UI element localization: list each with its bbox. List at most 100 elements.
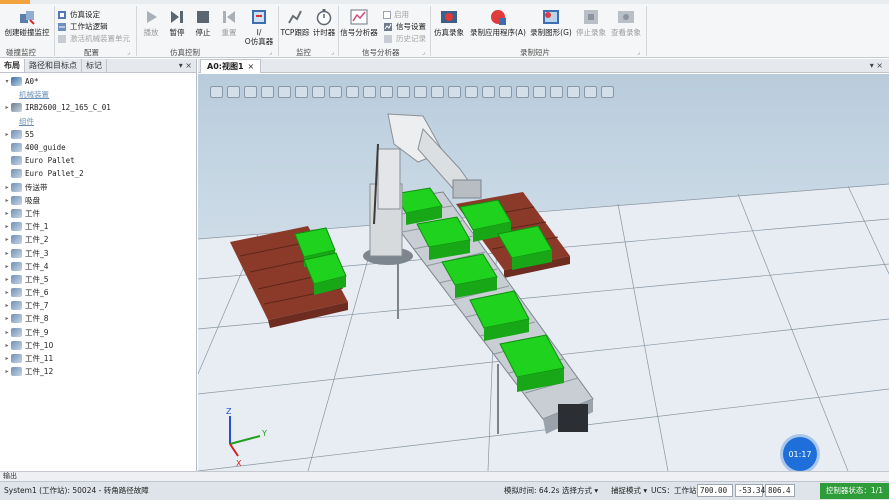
measure-min-distance-icon[interactable]	[550, 86, 563, 98]
snap-midpoint-icon[interactable]	[414, 86, 427, 98]
tab-layout[interactable]: 布局	[0, 59, 25, 72]
select-group-icon[interactable]	[312, 86, 325, 98]
tree-item[interactable]: ▸ 55	[0, 128, 196, 141]
tab-tags[interactable]: 标记	[82, 59, 107, 72]
sim-record-button[interactable]: 仿真录象	[431, 8, 467, 37]
select-surface-icon[interactable]	[261, 86, 274, 98]
dialog-launcher-icon[interactable]: ⌟	[331, 49, 334, 56]
select-body-icon[interactable]	[278, 86, 291, 98]
dialog-launcher-icon[interactable]: ⌟	[637, 49, 640, 56]
expand-arrow-icon[interactable]: ▸	[4, 250, 10, 257]
measure-icon[interactable]	[567, 86, 580, 98]
expand-arrow-icon[interactable]: ▸	[4, 289, 10, 296]
tcp-trace-button[interactable]: TCP跟踪	[280, 8, 310, 37]
tab-paths-targets[interactable]: 路径和目标点	[25, 59, 82, 72]
activate-mech-unit-button[interactable]: 激活机械装置单元	[57, 33, 130, 44]
create-collision-monitor-button[interactable]: 创建碰撞监控	[2, 8, 52, 37]
expand-arrow-icon[interactable]: ▸	[4, 223, 10, 230]
station-logic-button[interactable]: 工作站逻辑	[57, 21, 108, 32]
output-panel-header[interactable]: 输出	[0, 471, 889, 481]
expand-arrow-icon[interactable]: ▸	[4, 104, 10, 111]
expand-arrow-icon[interactable]: ▸	[4, 210, 10, 217]
tree-item[interactable]: ▸ 工件_3	[0, 246, 196, 259]
dialog-launcher-icon[interactable]: ⌟	[422, 49, 425, 56]
tree-item[interactable]: ▸ 工件_4	[0, 260, 196, 273]
tree-item[interactable]: Euro Pallet_2	[0, 167, 196, 180]
tree-item[interactable]: ▸ 工件_1	[0, 220, 196, 233]
expand-arrow-icon[interactable]: ▾	[4, 78, 10, 85]
select-curve-icon[interactable]	[244, 86, 257, 98]
tree-item[interactable]: Euro Pallet	[0, 154, 196, 167]
tree-item[interactable]: ▾ A0*	[0, 75, 196, 88]
tree-item[interactable]: ▸ 传送带	[0, 181, 196, 194]
snap-edge-icon[interactable]	[431, 86, 444, 98]
snap-end-icon[interactable]	[465, 86, 478, 98]
tree-item[interactable]: ▸ 吸盘	[0, 194, 196, 207]
select-frame-icon[interactable]	[363, 86, 376, 98]
view-selection-icon[interactable]	[210, 86, 223, 98]
expand-arrow-icon[interactable]: ▸	[4, 184, 10, 191]
expand-arrow-icon[interactable]: ▸	[4, 236, 10, 243]
tree-item[interactable]: ▸ 工件	[0, 207, 196, 220]
tab-view1[interactable]: A0:视图1 ×	[200, 59, 262, 73]
3d-viewport[interactable]: Z Y X 01:17	[198, 74, 889, 471]
measure-distance-icon[interactable]	[499, 86, 512, 98]
tree-item[interactable]: ▸ 工件_7	[0, 299, 196, 312]
measure-diameter-icon[interactable]	[533, 86, 546, 98]
dialog-launcher-icon[interactable]: ⌟	[127, 49, 130, 56]
capture-mode-dropdown[interactable]: 捕捉模式 ▾	[611, 482, 647, 499]
play-button[interactable]: 播放	[139, 8, 163, 37]
expand-arrow-icon[interactable]: ▸	[4, 355, 10, 362]
snap-object-icon[interactable]	[380, 86, 393, 98]
io-simulator-button[interactable]: I/ O仿真器	[243, 8, 275, 46]
stop-small-icon[interactable]	[601, 86, 614, 98]
tree-item[interactable]: ▸ 工件_5	[0, 273, 196, 286]
reset-button[interactable]: 重置	[217, 8, 241, 37]
expand-arrow-icon[interactable]: ▸	[4, 302, 10, 309]
record-app-button[interactable]: 录制应用程序(A)	[468, 8, 528, 37]
tree-item[interactable]: ▸ 工件_12	[0, 365, 196, 378]
snap-local-icon[interactable]	[482, 86, 495, 98]
panel-window-controls[interactable]: ▾ ×	[179, 59, 192, 72]
select-mode-dropdown[interactable]: 选择方式 ▾	[562, 482, 598, 499]
expand-arrow-icon[interactable]: ▸	[4, 368, 10, 375]
enable-checkbox[interactable]: 启用	[383, 9, 409, 20]
tree-item[interactable]: ▸ 工件_2	[0, 233, 196, 246]
expand-arrow-icon[interactable]: ▸	[4, 342, 10, 349]
expand-arrow-icon[interactable]: ▸	[4, 276, 10, 283]
ribbon-active-tab[interactable]	[0, 0, 30, 4]
close-icon[interactable]: ×	[248, 62, 255, 71]
tree-item[interactable]: ▸ 工件_8	[0, 312, 196, 325]
tree-item[interactable]: ▸ 工件_11	[0, 352, 196, 365]
snap-center-icon[interactable]	[397, 86, 410, 98]
stop-record-button[interactable]: 停止录象	[574, 8, 608, 37]
tree-item[interactable]: ▸ 工件_9	[0, 326, 196, 339]
select-target-icon[interactable]	[346, 86, 359, 98]
tree-item[interactable]: 400_guide	[0, 141, 196, 154]
view-record-button[interactable]: 查看录象	[609, 8, 643, 37]
play-small-icon[interactable]	[584, 86, 597, 98]
signal-analyzer-button[interactable]: 信号分析器	[339, 8, 379, 37]
select-part-icon[interactable]	[295, 86, 308, 98]
controller-status[interactable]: 控制器状态：1/1	[819, 483, 889, 499]
dialog-launcher-icon[interactable]: ⌟	[269, 49, 272, 56]
measure-angle-icon[interactable]	[516, 86, 529, 98]
tree-group-header[interactable]: 组件	[0, 115, 196, 128]
expand-arrow-icon[interactable]: ▸	[4, 329, 10, 336]
tree-item[interactable]: ▸ IRB2600_12_165_C_01	[0, 101, 196, 114]
expand-arrow-icon[interactable]: ▸	[4, 315, 10, 322]
tree-group-header[interactable]: 机械装置	[0, 88, 196, 101]
timer-button[interactable]: 计时器	[311, 8, 337, 37]
expand-arrow-icon[interactable]: ▸	[4, 263, 10, 270]
record-graphics-button[interactable]: 录制图形(G)	[529, 8, 573, 37]
snap-grid-icon[interactable]	[448, 86, 461, 98]
history-button[interactable]: 历史记录	[383, 33, 426, 44]
select-mechanism-icon[interactable]	[329, 86, 342, 98]
sim-settings-button[interactable]: 仿真设定	[57, 9, 100, 20]
expand-arrow-icon[interactable]: ▸	[4, 197, 10, 204]
tree-item[interactable]: ▸ 工件_6	[0, 286, 196, 299]
enable-checkbox-box[interactable]	[383, 10, 391, 19]
stop-button[interactable]: 停止	[191, 8, 215, 37]
tree-item[interactable]: ▸ 工件_10	[0, 339, 196, 352]
pause-button[interactable]: 暂停	[165, 8, 189, 37]
